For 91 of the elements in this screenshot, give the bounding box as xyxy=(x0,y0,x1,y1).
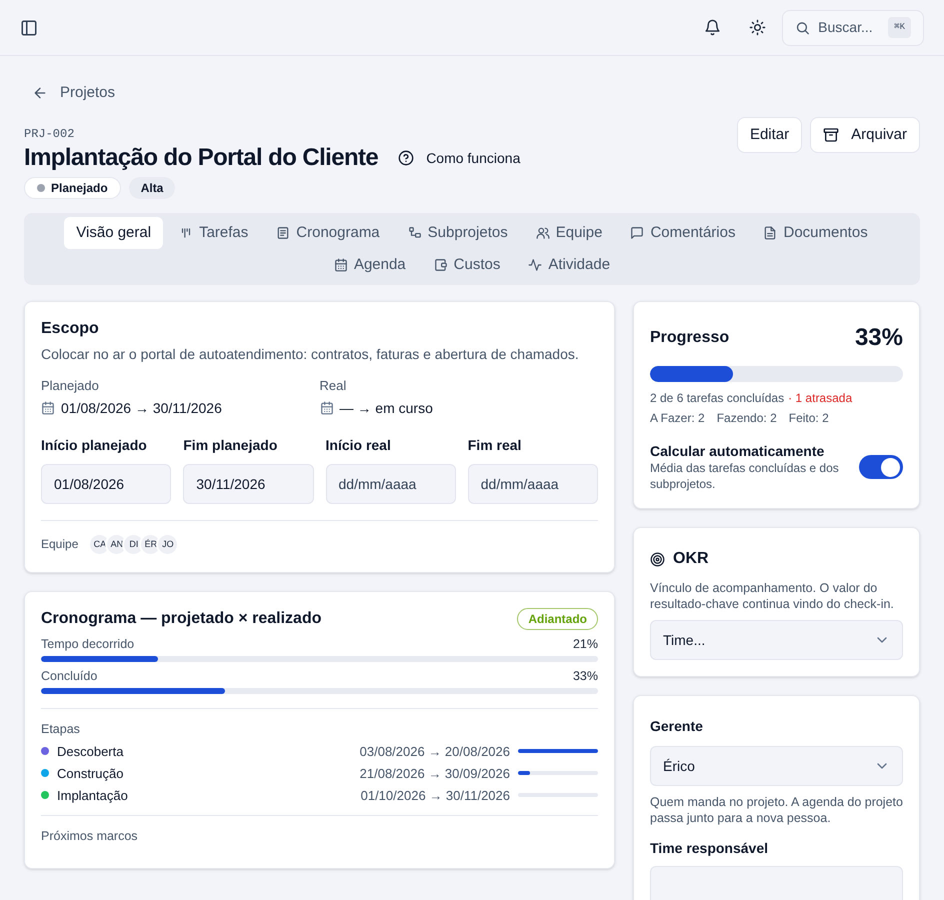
wallet-icon xyxy=(434,258,448,272)
archive-button[interactable]: Arquivar xyxy=(810,117,920,154)
status-count: Feito: 2 xyxy=(788,410,829,426)
meter-label: Concluído xyxy=(41,668,98,684)
status-count: Fazendo: 2 xyxy=(716,410,777,426)
search-input[interactable]: Buscar... xyxy=(818,17,880,38)
card-title: Cronograma — projetado × realizado xyxy=(41,609,322,630)
member-avatar: CA xyxy=(90,534,110,554)
tab[interactable]: Comentários xyxy=(618,217,748,250)
okr-description: Vínculo de acompanhamento. O valor do resultado-chave continua vindo do check-in. xyxy=(650,580,895,612)
meter-reading: 33% xyxy=(572,668,598,684)
back-arrow-icon xyxy=(32,85,48,102)
member-avatar: AN xyxy=(107,534,126,554)
calendar-icon xyxy=(41,401,55,416)
period-label: Real xyxy=(320,378,348,394)
calendar-icon xyxy=(320,401,334,416)
field-label: Fim planejado xyxy=(183,436,278,454)
field-label: Início real xyxy=(326,436,392,454)
sun-icon xyxy=(749,19,766,36)
section-label: Próximos marcos xyxy=(41,828,139,844)
period-dates: 01/08/2026 → 30/11/2026 xyxy=(61,399,222,418)
stage-name: Implantação xyxy=(57,786,129,805)
date-field[interactable]: dd/mm/aaaa xyxy=(326,464,456,504)
tab[interactable]: Tarefas xyxy=(167,217,260,250)
chat-bubble-icon xyxy=(630,226,644,240)
card-title: Escopo xyxy=(41,319,100,340)
status-badge: Adiantado xyxy=(517,608,598,630)
back-link[interactable]: Projetos xyxy=(32,82,116,104)
document-icon xyxy=(763,226,778,240)
manager-help: Quem manda no projeto. A agenda do projeto passa junto para a nova pessoa. xyxy=(650,794,903,826)
stage-name: Descoberta xyxy=(57,742,124,760)
status-count: A Fazer: 2 xyxy=(650,410,705,426)
hierarchy-icon xyxy=(408,226,422,240)
field-label: Fim real xyxy=(468,436,522,454)
edit-button[interactable]: Editar xyxy=(736,117,802,154)
field-label: Início planejado xyxy=(41,436,148,454)
tab[interactable]: Subprojetos xyxy=(396,217,520,250)
task-summary: 2 de 6 tarefas concluídas xyxy=(650,390,784,406)
select-field[interactable]: Time... xyxy=(650,620,903,660)
shortcut-key: ⌘K xyxy=(888,16,911,38)
toggle-switch[interactable] xyxy=(859,455,903,480)
stage-dates: 21/08/2026 → 30/09/2026 xyxy=(360,764,510,782)
toggle-description: Média das tarefas concluídas e dos subprojetos. xyxy=(650,460,840,492)
tab[interactable]: Visão geral xyxy=(64,217,164,250)
target-icon xyxy=(650,552,665,567)
activity-pulse-icon xyxy=(528,258,542,272)
meter-label: Tempo decorrido xyxy=(41,636,134,652)
search-icon xyxy=(795,20,810,36)
field-label: Time responsável xyxy=(650,839,770,858)
select-field[interactable] xyxy=(650,866,903,900)
list-icon xyxy=(276,226,290,240)
tab[interactable]: Cronograma xyxy=(264,217,392,250)
progress-percent: 33% xyxy=(854,323,903,354)
status-badge: Alta xyxy=(128,177,176,200)
scope-description: Colocar no ar o portal de autoatendimento: contratos, faturas e abertura de chamados. xyxy=(41,345,580,364)
status-badge: Planejado xyxy=(24,177,121,200)
project-title: Implantação do Portal do Cliente xyxy=(24,143,378,174)
stage-dates: 01/10/2026 → 30/11/2026 xyxy=(360,786,510,804)
card-title: OKR xyxy=(673,549,709,570)
team-label: Equipe xyxy=(41,536,78,554)
tab[interactable]: Custos xyxy=(422,249,512,282)
tab[interactable]: Atividade xyxy=(516,249,622,282)
users-icon xyxy=(536,226,550,240)
sidebar-toggle-icon xyxy=(20,18,38,36)
stage-dates: 03/08/2026 → 20/08/2026 xyxy=(360,742,510,760)
tab[interactable]: Agenda xyxy=(322,249,418,282)
member-avatar: ÉR xyxy=(141,534,160,554)
overdue-count: · 1 atrasada xyxy=(788,390,852,406)
period-label: Planejado xyxy=(41,378,100,394)
date-field[interactable]: dd/mm/aaaa xyxy=(468,464,598,504)
stage-name: Construção xyxy=(57,764,124,783)
date-field[interactable]: 01/08/2026 xyxy=(41,464,172,504)
select-field[interactable]: Érico xyxy=(650,746,903,786)
tab[interactable]: Documentos xyxy=(751,217,880,250)
calendar-icon xyxy=(334,258,348,272)
meter-reading: 21% xyxy=(572,636,598,652)
toggle-title: Calcular automaticamente xyxy=(650,442,826,460)
field-label: Gerente xyxy=(650,717,704,736)
period-dates: — → em curso xyxy=(340,399,433,418)
archive-box-icon xyxy=(823,127,840,144)
notification-bell-icon xyxy=(704,19,721,36)
tab[interactable]: Equipe xyxy=(524,217,614,250)
help-link[interactable]: Como funciona xyxy=(398,148,520,169)
search-field[interactable]: Buscar... ⌘K xyxy=(782,10,924,46)
card-title: Progresso xyxy=(650,328,730,348)
section-label: Etapas xyxy=(41,721,81,738)
project-code: PRJ-002 xyxy=(24,126,76,144)
date-field[interactable]: 30/11/2026 xyxy=(183,464,314,504)
member-avatar: DI xyxy=(124,534,144,554)
member-avatar: JO xyxy=(158,534,178,554)
help-circle-icon xyxy=(398,150,414,166)
